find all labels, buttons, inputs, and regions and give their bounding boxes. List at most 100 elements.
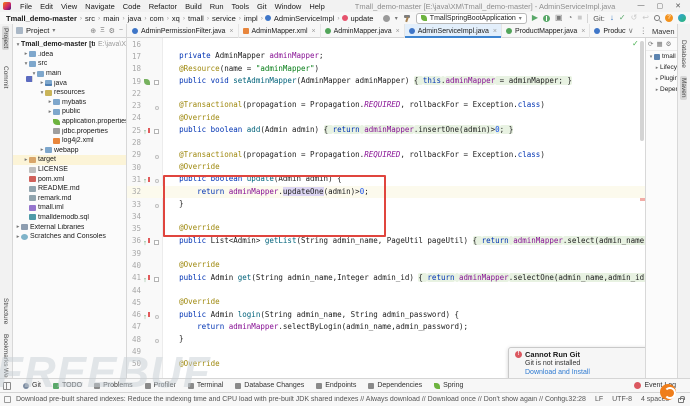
tree-item-jdbc.properties[interactable]: jdbc.properties	[13, 126, 126, 136]
toolwindow-dependencies[interactable]: Dependencies	[362, 379, 428, 392]
build-hammer-icon[interactable]	[403, 14, 411, 22]
maven-settings-icon[interactable]: ⚙	[666, 40, 672, 48]
caret-position[interactable]: 32:28	[568, 396, 586, 403]
toolwindow-todo[interactable]: TODO	[47, 379, 88, 392]
tab-ProductServiceImpl.jav..[interactable]: ProductServiceImpl.jav..×	[590, 24, 626, 38]
toolwindow-terminal[interactable]: Terminal	[182, 379, 229, 392]
close-tab-icon[interactable]: ×	[396, 28, 400, 35]
tree-item-application.properties[interactable]: application.properties	[13, 117, 126, 127]
maven-root-tmall[interactable]: ▾ tmall	[646, 51, 677, 62]
maven-run-icon[interactable]: ▦	[656, 40, 662, 48]
tab-AdminPermissionFilter.java[interactable]: AdminPermissionFilter.java ×	[128, 24, 239, 38]
menu-edit[interactable]: Edit	[36, 2, 57, 11]
menu-help[interactable]: Help	[305, 2, 328, 11]
inspections-ok-icon[interactable]: ✓	[632, 39, 639, 48]
editor-scrollbar[interactable]	[640, 41, 644, 141]
status-widget-icon[interactable]	[4, 396, 11, 403]
tree-item-README.md[interactable]: README.md	[13, 184, 126, 194]
menu-tools[interactable]: Tools	[228, 2, 254, 11]
more-options-icon[interactable]: ⋮	[640, 26, 654, 35]
close-tab-icon[interactable]: ×	[493, 28, 497, 35]
tree-item-src[interactable]: ▾ src	[13, 59, 126, 69]
tree-item-webapp[interactable]: ▸ webapp	[13, 146, 126, 156]
tab-AdminServiceImpl.java[interactable]: AdminServiceImpl.java ×	[404, 24, 503, 38]
gradle-ball-icon[interactable]	[678, 14, 686, 22]
run-button[interactable]: ▶	[532, 14, 538, 22]
breadcrumb-item[interactable]: com	[148, 14, 166, 23]
toolwindow-git[interactable]: Git	[17, 379, 47, 392]
toolwindow-endpoints[interactable]: Endpoints	[310, 379, 362, 392]
profile-icon[interactable]	[382, 14, 390, 22]
profiler-button[interactable]: ◔	[568, 14, 573, 22]
coverage-button[interactable]: ▣	[555, 14, 563, 22]
collapse-all-icon[interactable]: Ξ	[100, 27, 105, 35]
stripe-maven[interactable]: Maven	[680, 76, 687, 100]
rollback-icon[interactable]: ↩	[642, 14, 649, 22]
breadcrumb-item[interactable]: impl	[242, 14, 260, 23]
git-commit-button[interactable]: ✓	[619, 14, 626, 22]
project-panel-header[interactable]: Project ▾ ⊕ Ξ ⚙ −	[13, 24, 127, 37]
status-message[interactable]: Download pre-built shared indexes: Reduc…	[16, 396, 568, 403]
menu-code[interactable]: Code	[119, 2, 145, 11]
tree-item-External Libraries[interactable]: ▸ External Libraries	[13, 222, 126, 232]
breadcrumb-item[interactable]: java	[126, 14, 144, 23]
close-tab-icon[interactable]: ×	[229, 28, 233, 35]
menu-run[interactable]: Run	[206, 2, 228, 11]
tree-item-remark.md[interactable]: remark.md	[13, 194, 126, 204]
editor[interactable]: 16 17 private AdminMapper adminMapper; 18 …	[127, 38, 645, 378]
menu-navigate[interactable]: Navigate	[81, 2, 119, 11]
settings-gear-icon[interactable]: ⚙	[109, 27, 115, 35]
maven-refresh-icon[interactable]: ⟳	[648, 40, 653, 48]
tab-AdminMapper.xml[interactable]: AdminMapper.xml ×	[239, 24, 321, 38]
menu-file[interactable]: File	[16, 2, 36, 11]
breadcrumb-item[interactable]: src	[83, 14, 97, 23]
breadcrumb-item[interactable]: AdminServiceImpl	[272, 14, 336, 23]
minimize-button[interactable]: —	[638, 2, 645, 10]
close-tab-icon[interactable]: ×	[312, 28, 316, 35]
tree-item-mybatis[interactable]: ▸ mybatis	[13, 98, 126, 108]
tool-windows-widget-icon[interactable]	[3, 381, 11, 390]
close-tab-icon[interactable]: ×	[581, 28, 585, 35]
toolwindow-problems[interactable]: Problems	[88, 379, 139, 392]
toolwindow-spring[interactable]: Spring	[428, 379, 469, 392]
search-icon[interactable]	[654, 15, 660, 21]
stripe-commit[interactable]: Commit	[2, 64, 9, 90]
menu-git[interactable]: Git	[253, 2, 271, 11]
event-log-button[interactable]: Event Log	[634, 382, 690, 389]
breadcrumb-item[interactable]: xq	[170, 14, 182, 23]
toolwindow-database-changes[interactable]: Database Changes	[229, 379, 310, 392]
breadcrumb-item[interactable]: service	[210, 14, 238, 23]
menu-window[interactable]: Window	[271, 2, 306, 11]
file-encoding[interactable]: UTF-8	[612, 396, 632, 403]
indent-size[interactable]: 4 spaces	[641, 396, 669, 403]
tree-item-log4j2.xml[interactable]: log4j2.xml	[13, 136, 126, 146]
git-update-button[interactable]: ↓	[610, 14, 614, 22]
toolwindow-profiler[interactable]: Profiler	[139, 379, 182, 392]
menu-view[interactable]: View	[57, 2, 81, 11]
breadcrumb-item[interactable]: Tmall_demo-master	[4, 14, 79, 23]
menu-refactor[interactable]: Refactor	[145, 2, 181, 11]
tree-item-target[interactable]: ▸ target	[13, 155, 126, 165]
tree-item-.idea[interactable]: ▸ .idea	[13, 50, 126, 60]
tree-item-Scratches and Consoles[interactable]: ▸ Scratches and Consoles	[13, 232, 126, 242]
stripe-bookmarks[interactable]: Bookmarks	[2, 332, 9, 369]
tree-item-Tmall_demo-master [tmall][interactable]: ▾Tmall_demo-master [tmall]E:\java\X	[13, 40, 126, 82]
maven-node-dependencies[interactable]: ▸Dependencies	[646, 84, 677, 95]
maven-node-lifecycle[interactable]: ▸Lifecycle	[646, 62, 677, 73]
stripe-database[interactable]: Database	[680, 38, 687, 70]
tree-item-public[interactable]: ▸ public	[13, 107, 126, 117]
menu-build[interactable]: Build	[181, 2, 206, 11]
maximize-button[interactable]: ▢	[657, 2, 664, 10]
tree-item-tmalldemodb.sql[interactable]: tmalldemodb.sql	[13, 213, 126, 223]
stripe-project[interactable]: Project	[2, 26, 9, 51]
stripe-structure[interactable]: Structure	[2, 296, 9, 326]
updates-badge-icon[interactable]: ?	[665, 14, 673, 22]
locate-file-icon[interactable]: ⊕	[90, 27, 96, 35]
debug-button[interactable]	[542, 14, 550, 22]
lock-icon[interactable]	[678, 396, 685, 403]
tree-item-resources[interactable]: ▾ resources	[13, 88, 126, 98]
line-ending[interactable]: LF	[595, 396, 603, 403]
tab-AdminMapper.java[interactable]: AdminMapper.java ×	[321, 24, 405, 38]
notification-download-link[interactable]: Download and Install	[525, 369, 645, 376]
breadcrumb-item[interactable]: tmall	[186, 14, 206, 23]
